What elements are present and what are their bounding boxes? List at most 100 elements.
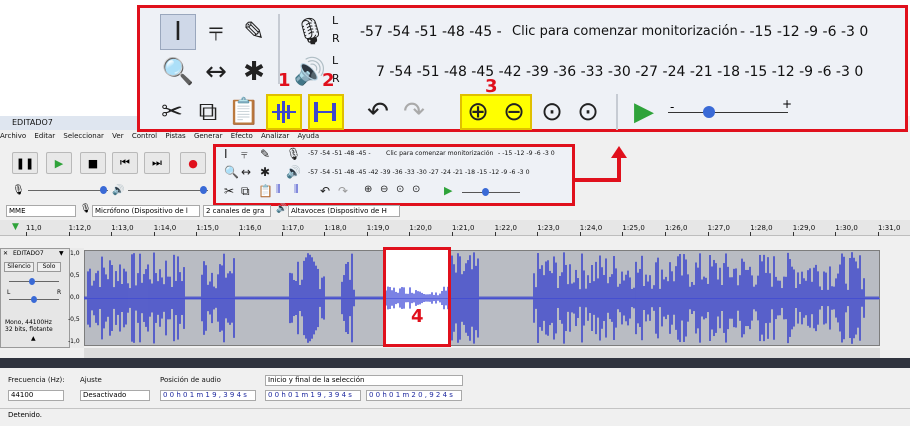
- mini-mic-icon[interactable]: 🎙: [286, 147, 301, 161]
- selection-tool-icon[interactable]: I: [160, 14, 196, 50]
- menu-analizar[interactable]: Analizar: [261, 132, 289, 140]
- pause-button[interactable]: ❚❚: [12, 152, 38, 174]
- selection-start-field[interactable]: 0 0 h 0 1 m 1 9 , 3 9 4 s: [265, 390, 361, 401]
- fit-project-icon[interactable]: ⊙: [412, 184, 420, 195]
- channels-select[interactable]: 2 canales de gra: [203, 205, 271, 217]
- selection-tool-icon[interactable]: I: [224, 147, 228, 161]
- timeshift-tool-icon[interactable]: ↔: [198, 54, 234, 90]
- close-track-icon[interactable]: ✕: [3, 250, 8, 257]
- ruler-tick: [537, 232, 539, 236]
- input-volume-thumb[interactable]: [100, 186, 107, 194]
- menu-efecto[interactable]: Efecto: [231, 132, 253, 140]
- selection-highlight-box: [383, 247, 451, 347]
- multi-tool-icon[interactable]: ✱: [260, 165, 270, 179]
- track-name[interactable]: EDITADO7: [13, 250, 44, 257]
- zoom-tool-icon[interactable]: 🔍: [160, 54, 196, 90]
- zoom-in-icon[interactable]: ⊕: [364, 184, 372, 195]
- gain-thumb[interactable]: [29, 278, 35, 285]
- menu-generar[interactable]: Generar: [194, 132, 223, 140]
- audio-position-field[interactable]: 0 0 h 0 1 m 1 9 , 3 9 4 s: [160, 390, 256, 401]
- fit-selection-icon[interactable]: ⊙: [534, 94, 570, 130]
- host-select[interactable]: MME: [6, 205, 76, 217]
- pan-right-label: R: [57, 289, 62, 296]
- input-volume-slider[interactable]: [28, 190, 108, 191]
- silence-icon[interactable]: ⫼: [294, 184, 299, 195]
- speed-slider-thumb[interactable]: [703, 106, 715, 118]
- play-at-speed-icon[interactable]: ▶: [626, 94, 662, 130]
- record-monitor-text[interactable]: Clic para comenzar monitorización: [512, 24, 738, 39]
- copy-icon[interactable]: ⧉: [241, 184, 250, 199]
- output-volume-thumb[interactable]: [200, 186, 207, 194]
- zoom-out-icon[interactable]: ⊖: [496, 94, 532, 130]
- ruler-tick: [366, 232, 368, 236]
- paste-icon[interactable]: 📋: [226, 94, 262, 130]
- ruler-tick: [622, 232, 624, 236]
- record-button[interactable]: ●: [180, 152, 206, 174]
- undo-icon[interactable]: ↶: [320, 184, 330, 198]
- fit-selection-icon[interactable]: ⊙: [396, 184, 404, 195]
- zoom-in-icon[interactable]: ⊕: [460, 94, 496, 130]
- horizontal-scrollbar[interactable]: [84, 348, 880, 358]
- callout-2: 2: [322, 70, 335, 91]
- playback-speed-thumb[interactable]: [482, 188, 489, 196]
- fit-project-icon[interactable]: ⊙: [570, 94, 606, 130]
- silence-audio-icon: [314, 102, 336, 122]
- output-device-select[interactable]: Altavoces (Dispositivo de H: [288, 205, 400, 217]
- envelope-tool-icon[interactable]: ⫧: [198, 14, 234, 50]
- menu-bar: Archivo Editar Seleccionar Ver Control P…: [0, 132, 910, 144]
- play-at-speed-icon[interactable]: ▶: [444, 184, 452, 197]
- playback-speed-slider[interactable]: [462, 192, 520, 193]
- silence-button[interactable]: [308, 94, 344, 130]
- ruler-tick: [196, 232, 198, 236]
- draw-tool-icon[interactable]: ✎: [236, 14, 272, 50]
- ruler-label: 1:24,0: [579, 224, 603, 232]
- stop-button[interactable]: ■: [80, 152, 106, 174]
- snap-select[interactable]: Desactivado: [80, 390, 150, 401]
- redo-icon[interactable]: ↷: [338, 184, 348, 198]
- selection-mode-select[interactable]: Inicio y final de la selección: [265, 375, 463, 386]
- copy-icon[interactable]: ⧉: [190, 94, 226, 130]
- selection-end-field[interactable]: 0 0 h 0 1 m 2 0 , 9 2 4 s: [366, 390, 462, 401]
- timeshift-tool-icon[interactable]: ↔: [241, 165, 251, 179]
- menu-ayuda[interactable]: Ayuda: [298, 132, 320, 140]
- zoom-out-icon[interactable]: ⊖: [380, 184, 388, 195]
- play-button[interactable]: ▶: [46, 152, 72, 174]
- edit-toolbar-highlight: I ⫧ ✎ 🎙 -57 -54 -51 -48 -45 - Clic para …: [213, 144, 575, 206]
- callout-arrow-vertical: [617, 156, 621, 182]
- menu-seleccionar[interactable]: Seleccionar: [63, 132, 104, 140]
- multi-tool-icon[interactable]: ✱: [236, 54, 272, 90]
- ruler-label: 1:14,0: [153, 224, 177, 232]
- mini-record-monitor-text[interactable]: Clic para comenzar monitorización: [386, 150, 493, 157]
- output-volume-slider[interactable]: [128, 190, 208, 191]
- draw-tool-icon[interactable]: ✎: [260, 147, 270, 161]
- input-device-select[interactable]: Micrófono (Dispositivo de l: [92, 205, 200, 217]
- mic-meter-icon[interactable]: 🎙: [292, 14, 328, 50]
- rate-select[interactable]: 44100: [8, 390, 64, 401]
- zoom-tool-icon[interactable]: 🔍: [224, 165, 239, 179]
- mini-speaker-icon[interactable]: 🔊: [286, 165, 301, 179]
- menu-pistas[interactable]: Pistas: [165, 132, 185, 140]
- speed-slider[interactable]: [668, 112, 788, 113]
- solo-button[interactable]: Solo: [37, 262, 61, 272]
- undo-icon[interactable]: ↶: [360, 94, 396, 130]
- trim-icon[interactable]: ⫼: [276, 184, 281, 195]
- track-format-line1: Mono, 44100Hz: [5, 319, 52, 326]
- trim-button[interactable]: [266, 94, 302, 130]
- redo-icon[interactable]: ↷: [396, 94, 432, 130]
- collapse-track-icon[interactable]: ▲: [31, 335, 36, 342]
- pan-thumb[interactable]: [31, 296, 37, 303]
- menu-archivo[interactable]: Archivo: [0, 132, 26, 140]
- amplitude-scale: 1,0 0,5 0,0 -0,5 -1,0: [68, 248, 84, 348]
- menu-editar[interactable]: Editar: [34, 132, 55, 140]
- track-menu-chevron-down-icon[interactable]: ▼: [59, 250, 64, 257]
- skip-end-button[interactable]: ⏭: [144, 152, 170, 174]
- cut-icon[interactable]: ✂: [154, 94, 190, 130]
- mute-button[interactable]: Silencio: [4, 262, 34, 272]
- skip-start-button[interactable]: ⏮: [112, 152, 138, 174]
- menu-control[interactable]: Control: [132, 132, 157, 140]
- track-control-panel[interactable]: ✕ EDITADO7 ▼ Silencio Solo L R Mono, 441…: [0, 248, 70, 348]
- envelope-tool-icon[interactable]: ⫧: [241, 147, 248, 162]
- paste-icon[interactable]: 📋: [258, 184, 273, 198]
- cut-icon[interactable]: ✂: [224, 184, 234, 198]
- menu-ver[interactable]: Ver: [112, 132, 123, 140]
